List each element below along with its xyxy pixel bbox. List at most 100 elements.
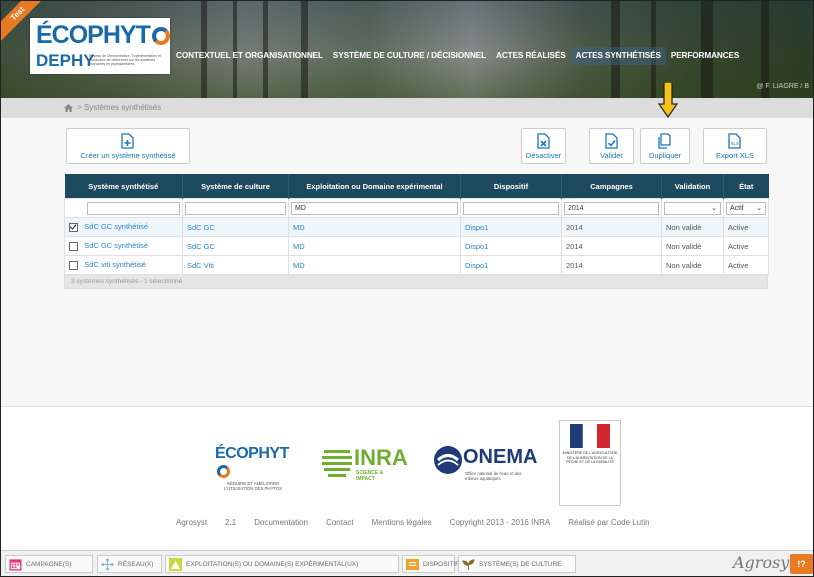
logo-title: ÉCOPHYT [36, 21, 151, 49]
filter-row: MD 2014 ⌄ Actif ⌄ [64, 198, 769, 218]
col-header-dispositif[interactable]: Dispositif [460, 174, 562, 199]
nav-contextuel[interactable]: CONTEXTUEL ET ORGANISATIONNEL [171, 47, 328, 65]
campaign-cell: 2014 [561, 236, 662, 256]
context-cropping-systems-label: SYSTÈME(S) DE CULTURE [479, 561, 562, 568]
table-row: SdC GC synthétisé SdC GC MD Dispo1 2014 … [64, 236, 769, 256]
page-footer: ÉCOPHYT RÉDUIRE ET AMÉLIORER L'UTILISATI… [1, 406, 813, 551]
deactivate-button[interactable]: Désactiver [521, 128, 566, 164]
col-header-domain[interactable]: Exploitation ou Domaine expérimental [288, 174, 461, 199]
inra-logo[interactable]: INRA SCIENCE & IMPACT [322, 445, 408, 482]
ecophyto-tagline: RÉDUIRE ET AMÉLIORER L'UTILISATION DES P… [223, 481, 283, 491]
ministry-name: MINISTÈRE DE L'AGRICULTURE DE L'ALIMENTA… [562, 451, 618, 464]
synthesized-systems-table: Système synthétisé Système de culture Ex… [64, 174, 769, 289]
filter-campaign-input[interactable]: 2014 [564, 201, 659, 215]
duplicate-icon [658, 133, 671, 149]
filter-validation-select[interactable]: ⌄ [664, 201, 721, 215]
filter-state-select[interactable]: Actif ⌄ [726, 201, 766, 215]
create-label: Créer un système synthétisé [80, 151, 176, 160]
validate-button[interactable]: Valider [589, 128, 634, 164]
duplicate-label: Dupliquer [648, 151, 682, 160]
context-domains[interactable]: EXPLOITATION(S) OU DOMAINE(S) EXPÉRIMENT… [165, 555, 399, 573]
dispositif-link[interactable]: Dispo1 [465, 242, 488, 251]
main-nav: CONTEXTUEL ET ORGANISATIONNEL SYSTÈME DE… [171, 47, 744, 65]
create-synthesized-system-button[interactable]: Créer un système synthétisé [66, 128, 190, 164]
export-xls-button[interactable]: XLS Export XLS [703, 128, 767, 164]
validate-icon [604, 133, 618, 149]
col-header-validation[interactable]: Validation [661, 174, 724, 199]
footer-documentation-link[interactable]: Documentation [254, 518, 308, 527]
annotation-arrow-icon [658, 82, 678, 118]
context-devices[interactable]: DISPOSITIF(S) [402, 555, 468, 573]
calendar-icon [9, 559, 22, 571]
home-icon[interactable] [64, 104, 73, 112]
sdc-link[interactable]: SdC GC [187, 242, 215, 251]
footer-app-name: Agrosyst [176, 518, 208, 527]
breadcrumb: > Systèmes synthétisés [1, 98, 813, 118]
inra-name: INRA [354, 445, 408, 470]
logo-o-icon [151, 27, 170, 45]
state-cell: Active [723, 255, 769, 275]
nav-systeme-culture[interactable]: SYSTÈME DE CULTURE / DÉCISIONNEL [328, 47, 491, 65]
footer-contact-link[interactable]: Contact [326, 518, 354, 527]
onema-emblem-icon [434, 446, 462, 474]
filter-system-input[interactable] [87, 201, 180, 215]
filter-sdc-input[interactable] [185, 201, 286, 215]
row-checkbox[interactable] [69, 222, 78, 232]
deactivate-icon [536, 133, 550, 149]
sdc-link[interactable]: SdC Viti [187, 261, 214, 270]
validate-label: Valider [600, 151, 623, 160]
campaign-cell: 2014 [561, 255, 662, 275]
table-row: SdC GC synthétisé SdC GC MD Dispo1 2014 … [64, 217, 769, 237]
table-row: SdC viti synthétisé SdC Viti MD Dispo1 2… [64, 255, 769, 275]
footer-legal-link[interactable]: Mentions légales [372, 518, 432, 527]
deactivate-label: Désactiver [525, 151, 562, 160]
table-summary: 3 systèmes synthétisés - 1 sélectionné [64, 275, 768, 289]
ecophyto-dephy-logo[interactable]: ÉCOPHYT DEPHY Réseau de Démonstration, E… [30, 18, 170, 74]
system-link[interactable]: SdC GC synthétisé [84, 241, 148, 250]
network-icon [101, 558, 114, 571]
add-file-icon [121, 133, 134, 149]
dispositif-link[interactable]: Dispo1 [465, 223, 488, 232]
footer-credits-link[interactable]: Réalisé par Code Lutin [568, 518, 649, 527]
onema-logo[interactable]: ONEMA Office national de l'eau et des mi… [433, 440, 537, 484]
row-checkbox[interactable] [69, 260, 78, 270]
system-link[interactable]: SdC GC synthétisé [84, 222, 148, 231]
col-header-sdc[interactable]: Système de culture [182, 174, 289, 199]
xls-file-icon: XLS [728, 133, 741, 149]
footer-logo-title: ÉCOPHYT [215, 445, 289, 462]
chevron-down-icon: ⌄ [756, 204, 762, 212]
export-label: Export XLS [716, 151, 754, 160]
duplicate-button[interactable]: Dupliquer [640, 128, 690, 164]
filter-dispositif-input[interactable] [463, 201, 559, 215]
context-cropping-systems[interactable]: SYSTÈME(S) DE CULTURE [458, 555, 576, 573]
breadcrumb-text: > Systèmes synthétisés [77, 103, 162, 112]
help-button[interactable]: !? [790, 554, 813, 574]
nav-performances[interactable]: PERFORMANCES [666, 47, 744, 65]
col-header-campaign[interactable]: Campagnes [561, 174, 662, 199]
context-domains-label: EXPLOITATION(S) OU DOMAINE(S) EXPÉRIMENT… [186, 561, 359, 568]
context-networks[interactable]: RÉSEAU(X) [97, 555, 162, 573]
nav-actes-synthetises[interactable]: ACTES SYNTHÉTISÉS [570, 47, 666, 65]
row-checkbox[interactable] [69, 241, 78, 251]
context-campaigns[interactable]: CAMPAGNE(S) [5, 555, 93, 573]
domain-link[interactable]: MD [293, 223, 305, 232]
ministry-logo[interactable]: MINISTÈRE DE L'AGRICULTURE DE L'ALIMENTA… [559, 420, 621, 506]
col-header-state[interactable]: État [723, 174, 769, 199]
col-header-system[interactable]: Système synthétisé [64, 174, 183, 199]
nav-actes-realises[interactable]: ACTES RÉALISÉS [491, 47, 571, 65]
header-banner: Test ÉCOPHYT DEPHY Réseau de Démonstrati… [1, 1, 813, 98]
state-cell: Active [723, 236, 769, 256]
system-link[interactable]: SdC viti synthétisé [84, 260, 146, 269]
ecophyto-footer-logo[interactable]: ÉCOPHYT RÉDUIRE ET AMÉLIORER L'UTILISATI… [215, 445, 291, 491]
dispositif-link[interactable]: Dispo1 [465, 261, 488, 270]
sdc-link[interactable]: SdC GC [187, 223, 215, 232]
domain-link[interactable]: MD [293, 261, 305, 270]
photo-credit: @ F. LIAGRE / B [756, 83, 809, 90]
svg-text:XLS: XLS [731, 141, 740, 146]
filter-domain-input[interactable]: MD [291, 201, 458, 215]
inra-tagline: SCIENCE & IMPACT [356, 470, 384, 482]
domain-link[interactable]: MD [293, 242, 305, 251]
footer-links: Agrosyst 2.1 Documentation Contact Menti… [176, 518, 668, 527]
validation-cell: Non validé [661, 255, 724, 275]
footer-version: 2.1 [225, 518, 237, 527]
